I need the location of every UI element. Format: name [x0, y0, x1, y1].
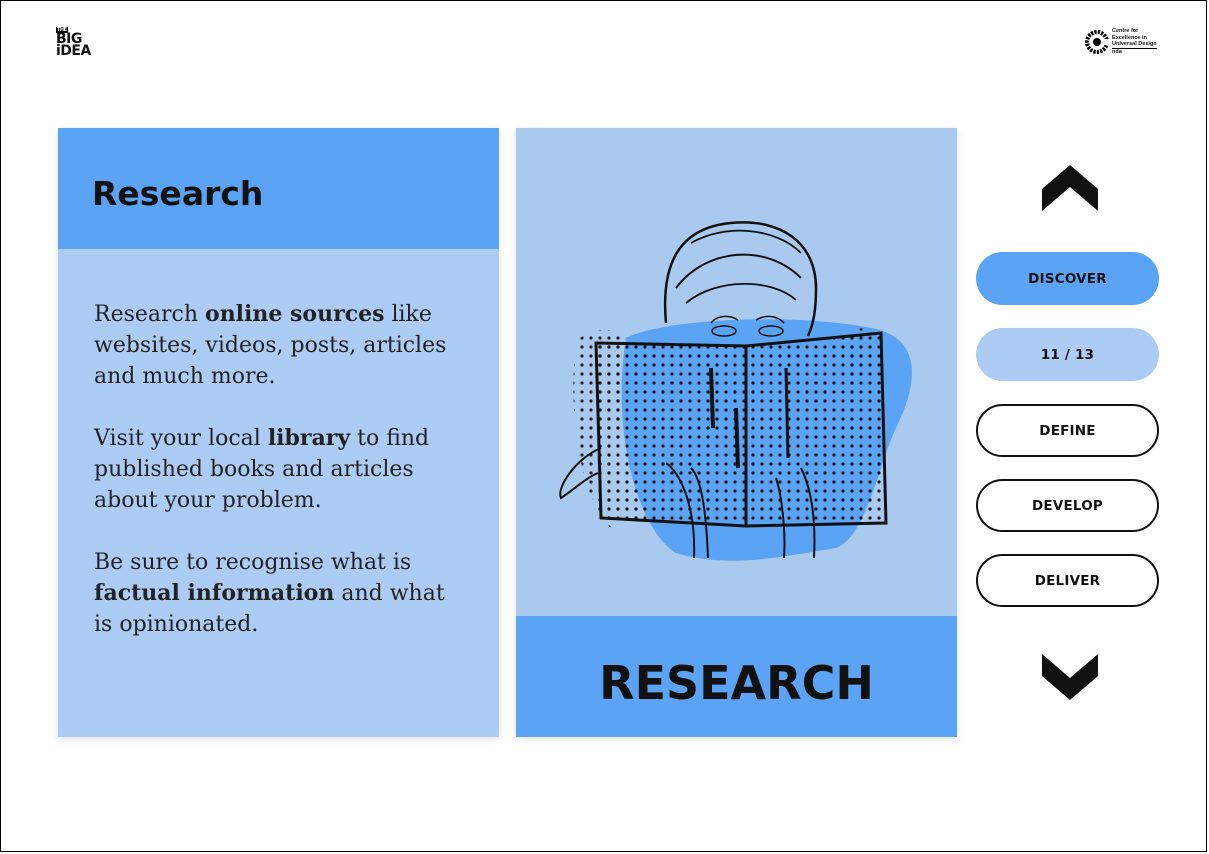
cud-mark-icon: [1085, 29, 1109, 54]
p3-text-1: Be sure to recognise what is: [94, 550, 412, 575]
content-card-body: Research online sources like websites, v…: [58, 249, 499, 640]
page-title: Research: [92, 174, 264, 213]
p1-bold: online sources: [205, 301, 385, 327]
p2-bold: library: [267, 425, 351, 451]
paragraph-online: Research online sources like websites, v…: [94, 299, 465, 392]
page-indicator: 11 / 13: [976, 328, 1159, 381]
paragraph-library: Visit your local library to find publish…: [94, 423, 465, 516]
content-card-header: Research: [58, 128, 499, 249]
chevron-down-icon[interactable]: [1042, 652, 1098, 700]
cud-org: nda: [1112, 47, 1157, 56]
illustration-caption-bar: RESEARCH: [516, 616, 957, 737]
logo-idea: iDEA: [56, 43, 91, 59]
cud-logo: Centre for Excellence in Universal Desig…: [1085, 28, 1157, 55]
develop-button[interactable]: DEVELOP: [976, 479, 1159, 532]
p2-text-1: Visit your local: [94, 426, 268, 451]
reading-person-illustration: [559, 221, 912, 561]
big-idea-logo: THE BIG iDEA: [56, 20, 91, 59]
cud-text: Centre for Excellence in Universal Desig…: [1112, 28, 1157, 55]
cud-line3: Universal Design: [1112, 41, 1157, 47]
slide: THE BIG iDEA Centre for Excellence in Un…: [0, 0, 1207, 852]
illustration-caption: RESEARCH: [599, 655, 874, 710]
define-button[interactable]: DEFINE: [976, 404, 1159, 457]
chevron-up-icon[interactable]: [1042, 165, 1098, 213]
p1-text-1: Research: [94, 302, 206, 327]
discover-button[interactable]: DISCOVER: [976, 252, 1159, 305]
p3-bold: factual information: [94, 580, 335, 606]
content-card: Research Research online sources like we…: [58, 128, 499, 737]
illustration-card: RESEARCH: [516, 128, 957, 737]
deliver-button[interactable]: DELIVER: [976, 554, 1159, 607]
paragraph-factual: Be sure to recognise what is factual inf…: [94, 547, 465, 640]
